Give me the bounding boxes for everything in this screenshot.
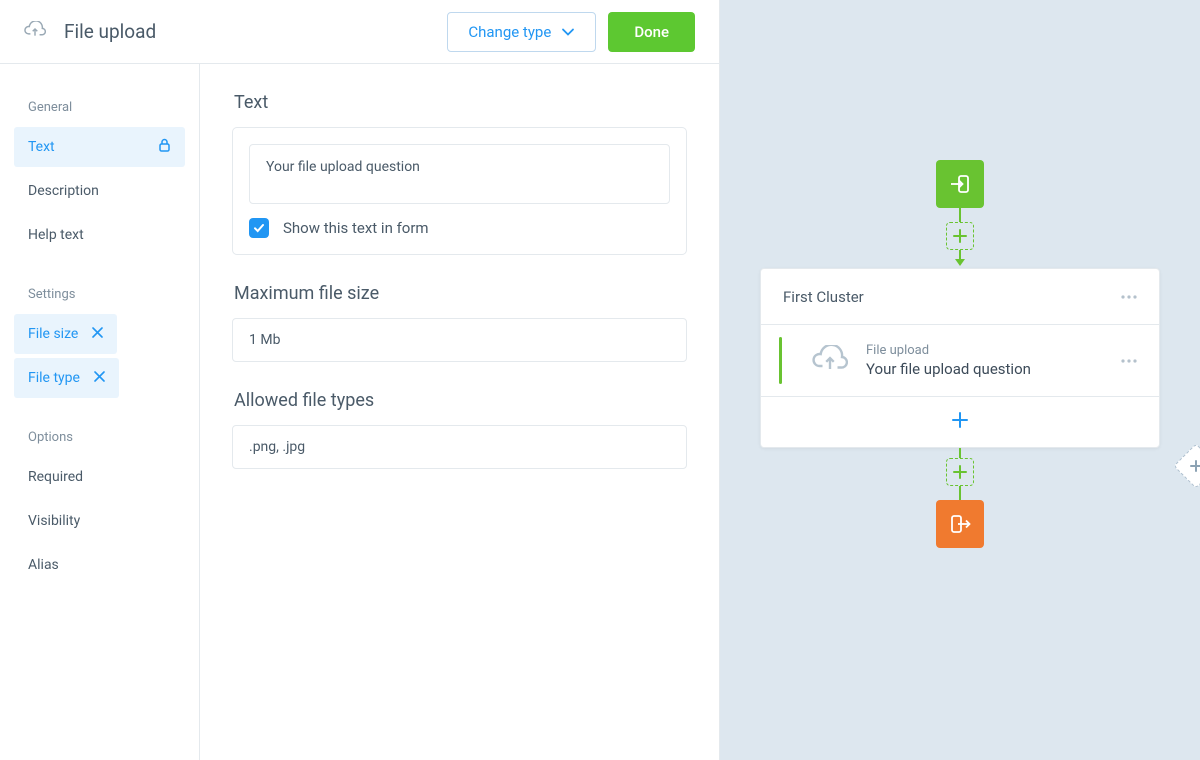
change-type-button[interactable]: Change type: [447, 12, 596, 52]
page-title: File upload: [64, 20, 156, 43]
sidebar-item-alias[interactable]: Alias: [14, 545, 185, 585]
sidebar-item-label: File size: [28, 326, 78, 342]
editor-header: File upload Change type Done: [0, 0, 719, 64]
sidebar-item-help-text[interactable]: Help text: [14, 215, 185, 255]
chevron-down-icon: [561, 25, 575, 39]
cloud-upload-icon: [812, 345, 848, 376]
sidebar-item-required[interactable]: Required: [14, 457, 185, 497]
text-card: Your file upload question Show this text…: [232, 127, 687, 255]
flow-column: First Cluster File upload Your file uplo…: [760, 160, 1160, 548]
arrow-down-icon: [955, 259, 965, 266]
cluster-question-row[interactable]: File upload Your file upload question: [761, 325, 1159, 397]
question-text-block: File upload Your file upload question: [866, 343, 1031, 378]
exit-icon: [949, 513, 971, 535]
editor-body: General Text Description Help text Setti…: [0, 64, 719, 760]
sidebar-item-file-size[interactable]: File size: [14, 314, 117, 354]
start-node[interactable]: [936, 160, 984, 208]
more-icon[interactable]: [1121, 359, 1137, 363]
section-options: Options: [14, 422, 185, 453]
sidebar: General Text Description Help text Setti…: [0, 64, 200, 760]
sidebar-item-label: Required: [28, 469, 83, 485]
cluster-title: First Cluster: [783, 288, 864, 306]
lock-icon: [158, 138, 171, 156]
sidebar-item-label: Text: [28, 139, 55, 155]
add-branch-button[interactable]: [1173, 443, 1200, 488]
end-node[interactable]: [936, 500, 984, 548]
sidebar-item-label: Description: [28, 183, 99, 199]
done-label: Done: [634, 23, 669, 41]
plus-icon: [1189, 459, 1200, 473]
remove-icon[interactable]: [92, 326, 103, 342]
section-general: General: [14, 92, 185, 123]
plus-icon: [953, 465, 967, 479]
sidebar-item-label: Help text: [28, 227, 84, 243]
show-in-form-row[interactable]: Show this text in form: [249, 218, 670, 238]
question-text: Your file upload question: [866, 360, 1031, 378]
cluster-header[interactable]: First Cluster: [761, 269, 1159, 325]
done-button[interactable]: Done: [608, 12, 695, 52]
allowed-types-input[interactable]: .png, .jpg: [232, 425, 687, 469]
config-panel: Text Your file upload question Show this…: [200, 64, 719, 760]
show-in-form-label: Show this text in form: [283, 219, 429, 237]
sidebar-item-description[interactable]: Description: [14, 171, 185, 211]
sidebar-item-file-type[interactable]: File type: [14, 358, 119, 398]
add-node-button[interactable]: [946, 458, 974, 486]
active-indicator: [779, 337, 782, 384]
more-icon[interactable]: [1121, 295, 1137, 299]
plus-icon: [953, 229, 967, 243]
cloud-upload-icon: [24, 21, 46, 43]
group-title-text: Text: [234, 92, 687, 113]
sidebar-item-visibility[interactable]: Visibility: [14, 501, 185, 541]
editor-panel: File upload Change type Done General Tex…: [0, 0, 720, 760]
add-node-button[interactable]: [946, 222, 974, 250]
text-input-value: Your file upload question: [266, 159, 420, 175]
change-type-label: Change type: [468, 23, 551, 41]
text-input[interactable]: Your file upload question: [249, 144, 670, 204]
sidebar-item-label: File type: [28, 370, 80, 386]
cluster-card[interactable]: First Cluster File upload Your file uplo…: [760, 268, 1160, 448]
enter-icon: [949, 173, 971, 195]
flow-canvas[interactable]: First Cluster File upload Your file uplo…: [720, 0, 1200, 760]
max-size-input[interactable]: 1 Mb: [232, 318, 687, 362]
group-title-max-size: Maximum file size: [234, 283, 687, 304]
cluster-add-row[interactable]: [761, 397, 1159, 447]
group-title-allowed-types: Allowed file types: [234, 390, 687, 411]
section-settings: Settings: [14, 279, 185, 310]
max-size-value: 1 Mb: [249, 332, 280, 348]
plus-icon: [951, 411, 969, 433]
question-type-label: File upload: [866, 343, 1031, 358]
sidebar-item-text[interactable]: Text: [14, 127, 185, 167]
remove-icon[interactable]: [94, 370, 105, 386]
sidebar-item-label: Visibility: [28, 513, 80, 529]
sidebar-item-label: Alias: [28, 557, 59, 573]
checkbox-checked-icon[interactable]: [249, 218, 269, 238]
allowed-types-value: .png, .jpg: [249, 439, 305, 455]
